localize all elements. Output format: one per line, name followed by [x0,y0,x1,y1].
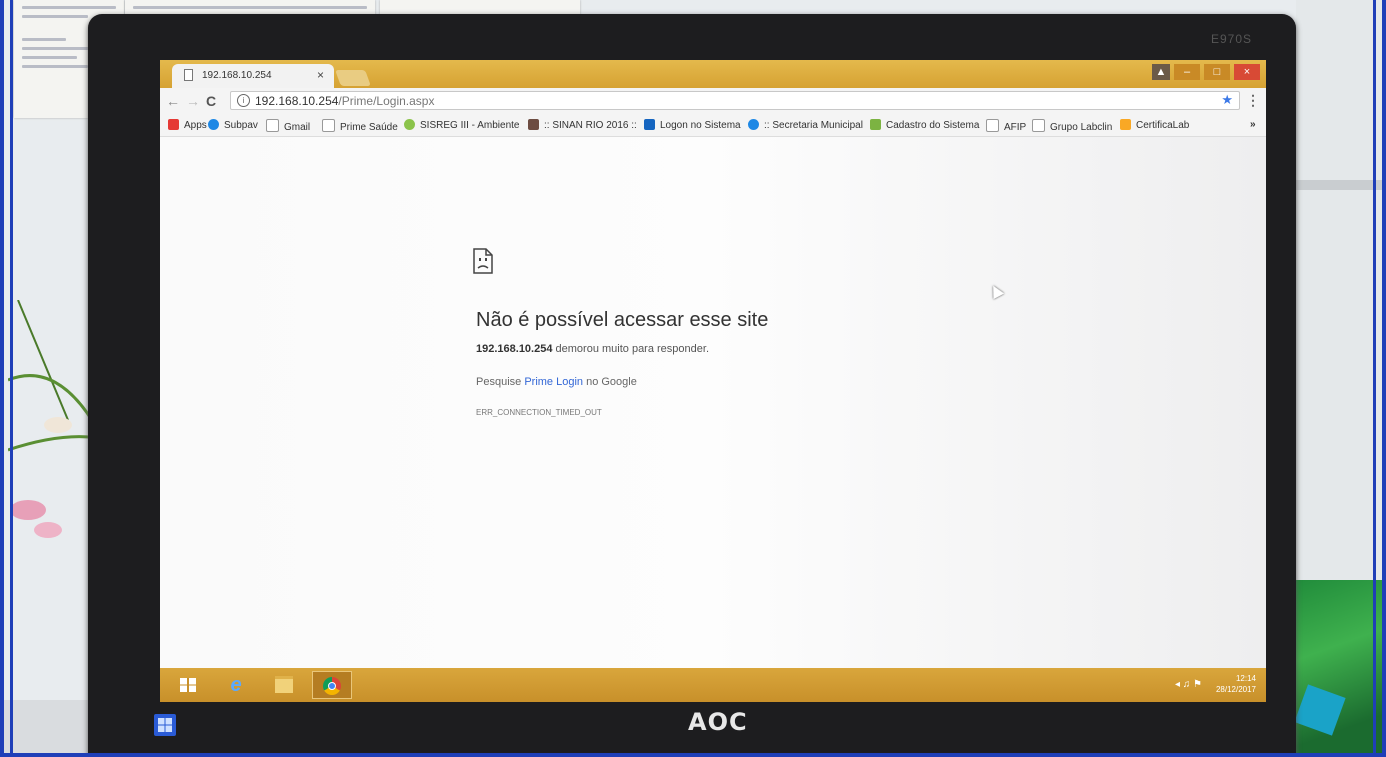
certificalab-icon [1120,119,1131,130]
background-shelf [1296,180,1386,190]
folder-icon [275,676,293,694]
bookmark-label: Apps [184,120,207,131]
bookmark-label: Cadastro do Sistema [886,120,980,131]
bookmark-apps[interactable]: Apps [168,119,207,131]
address-bar[interactable]: i 192.168.10.254/Prime/Login.aspx ★ [230,91,1240,110]
page-content: Não é possível acessar esse site 192.168… [160,137,1266,668]
bookmark-star-icon[interactable]: ★ [1221,92,1233,108]
page-icon [322,119,335,132]
bookmark-afip[interactable]: AFIP [986,119,1026,133]
bookmark-label: SISREG III - Ambiente [420,120,520,131]
bookmark-secretaria[interactable]: :: Secretaria Municipal [748,119,863,131]
error-code: ERR_CONNECTION_TIMED_OUT [476,408,602,417]
monitor-model-label: E970S [1210,32,1252,46]
bookmark-subpav[interactable]: Subpav [208,119,258,131]
bookmark-label: CertificaLab [1136,120,1190,131]
error-description: 192.168.10.254 demorou muito para respon… [476,343,709,355]
globe-icon [208,119,219,130]
bookmark-labclin[interactable]: Grupo Labclin [1032,119,1112,133]
bookmark-label: Gmail [284,122,311,133]
apps-grid-icon [168,119,179,130]
info-icon[interactable]: i [237,94,250,107]
bookmark-label: Logon no Sistema [660,120,741,131]
bookmark-logon[interactable]: Logon no Sistema [644,119,741,131]
bookmark-label: :: SINAN RIO 2016 :: [544,120,637,131]
reload-icon[interactable]: C [206,93,216,109]
bookmark-gmail[interactable]: Gmail [266,119,310,133]
menu-dots-icon[interactable]: ⋮ [1246,92,1260,109]
tab-title: 192.168.10.254 [202,70,272,81]
bookmark-sinan[interactable]: :: SINAN RIO 2016 :: [528,119,637,131]
tab-active[interactable]: 192.168.10.254 × [172,64,334,88]
maximize-button[interactable]: □ [1204,64,1230,80]
close-window-button[interactable]: × [1234,64,1260,80]
clock-date: 28/12/2017 [1215,685,1256,694]
bookmark-label: :: Secretaria Municipal [764,120,863,131]
tab-strip: 192.168.10.254 × ▲ – □ × [160,60,1266,88]
url-text: 192.168.10.254/Prime/Login.aspx [255,94,434,108]
sisreg-icon [404,119,415,130]
bookmark-certificalab[interactable]: CertificaLab [1120,119,1189,131]
bookmarks-bar: Apps Subpav Gmail Prime Saúde SISREG III… [160,114,1266,137]
cadastro-icon [870,119,881,130]
start-button[interactable] [168,671,208,699]
bookmark-sisreg[interactable]: SISREG III - Ambiente [404,119,519,131]
window-controls: ▲ – □ × [1152,64,1260,80]
taskbar-internet-explorer[interactable]: e [216,671,256,699]
browser-toolbar: ← → C i 192.168.10.254/Prime/Login.aspx … [160,88,1266,114]
tray-icons[interactable]: ◂ ♫ ⚑ [1175,679,1202,690]
bookmark-label: Subpav [224,120,258,131]
mouse-cursor-icon [987,282,1005,300]
sad-page-icon [473,248,493,274]
search-suffix: no Google [583,376,637,388]
globe-icon [748,119,759,130]
url-path: /Prime/Login.aspx [338,94,435,108]
search-prefix: Pesquise [476,376,525,388]
bookmark-cadastro[interactable]: Cadastro do Sistema [870,119,979,131]
url-host: 192.168.10.254 [255,94,339,108]
taskbar-chrome[interactable] [312,671,352,699]
chrome-icon [323,676,341,695]
bookmark-label: AFIP [1004,122,1027,133]
page-icon [986,119,999,132]
minimize-button[interactable]: – [1174,64,1200,80]
taskbar-file-explorer[interactable] [264,671,304,699]
page-icon [184,69,193,81]
monitor: E970S AOC 192.168.10.254 × ▲ – □ × ← → C [88,14,1296,757]
error-message: demorou muito para responder. [552,343,710,355]
bookmark-prime-saude[interactable]: Prime Saúde [322,119,398,133]
internet-explorer-icon: e [230,674,242,696]
sinan-icon [528,119,539,130]
screen: 192.168.10.254 × ▲ – □ × ← → C i 192.168… [160,60,1266,702]
taskbar: e ◂ ♫ ⚑ 12:14 28/12/2017 [160,668,1266,702]
bookmarks-overflow-button[interactable]: » [1250,119,1256,130]
error-title: Não é possível acessar esse site [476,309,769,331]
search-link[interactable]: Prime Login [524,376,583,388]
accessibility-icon [644,119,655,130]
google-icon [266,119,279,132]
profile-icon[interactable]: ▲ [1152,64,1170,80]
page-icon [1032,119,1045,132]
error-search-suggestion: Pesquise Prime Login no Google [476,376,637,388]
windows-icon [180,677,196,692]
back-arrow-icon[interactable]: ← [166,93,180,109]
forward-arrow-icon[interactable]: → [186,93,200,109]
monitor-brand-logo: AOC [688,708,748,736]
tab-close-icon[interactable]: × [317,68,324,82]
clock[interactable]: 12:14 28/12/2017 [1216,673,1256,695]
monitor-windows-button[interactable] [154,714,176,736]
error-host: 192.168.10.254 [476,343,553,355]
bookmark-label: Prime Saúde [340,122,398,133]
new-tab-button[interactable] [335,70,371,86]
clock-time: 12:14 [1235,674,1256,683]
bookmark-label: Grupo Labclin [1050,122,1113,133]
